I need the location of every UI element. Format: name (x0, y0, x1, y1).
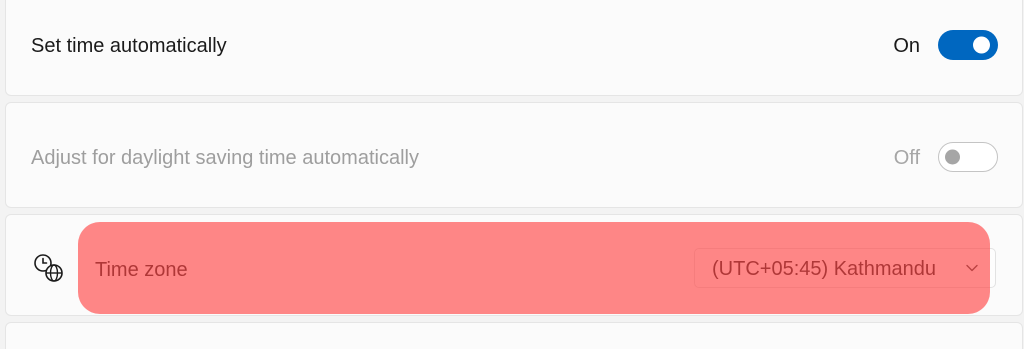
set-time-automatically-toggle[interactable] (938, 30, 998, 60)
time-zone-selected-value: (UTC+05:45) Kathmandu (712, 258, 937, 280)
time-zone-row: Time zone (UTC+05:45) Kathmandu (5, 214, 1023, 316)
next-settings-row (5, 322, 1023, 349)
daylight-saving-toggle[interactable] (938, 142, 998, 172)
daylight-saving-label: Adjust for daylight saving time automati… (31, 147, 419, 169)
toggle-knob (973, 36, 990, 54)
set-time-automatically-state: On (893, 35, 920, 57)
clock-globe-icon (34, 254, 63, 282)
date-time-settings-page: Set time automatically On Adjust for day… (0, 0, 1024, 349)
set-time-automatically-label: Set time automatically (31, 35, 227, 57)
time-zone-dropdown[interactable]: (UTC+05:45) Kathmandu (694, 248, 996, 288)
time-zone-label: Time zone (95, 259, 188, 281)
chevron-down-icon (966, 264, 978, 272)
daylight-saving-row: Adjust for daylight saving time automati… (5, 102, 1023, 208)
set-time-automatically-row: Set time automatically On (5, 0, 1023, 96)
daylight-saving-state: Off (893, 147, 920, 169)
toggle-knob (945, 149, 960, 165)
